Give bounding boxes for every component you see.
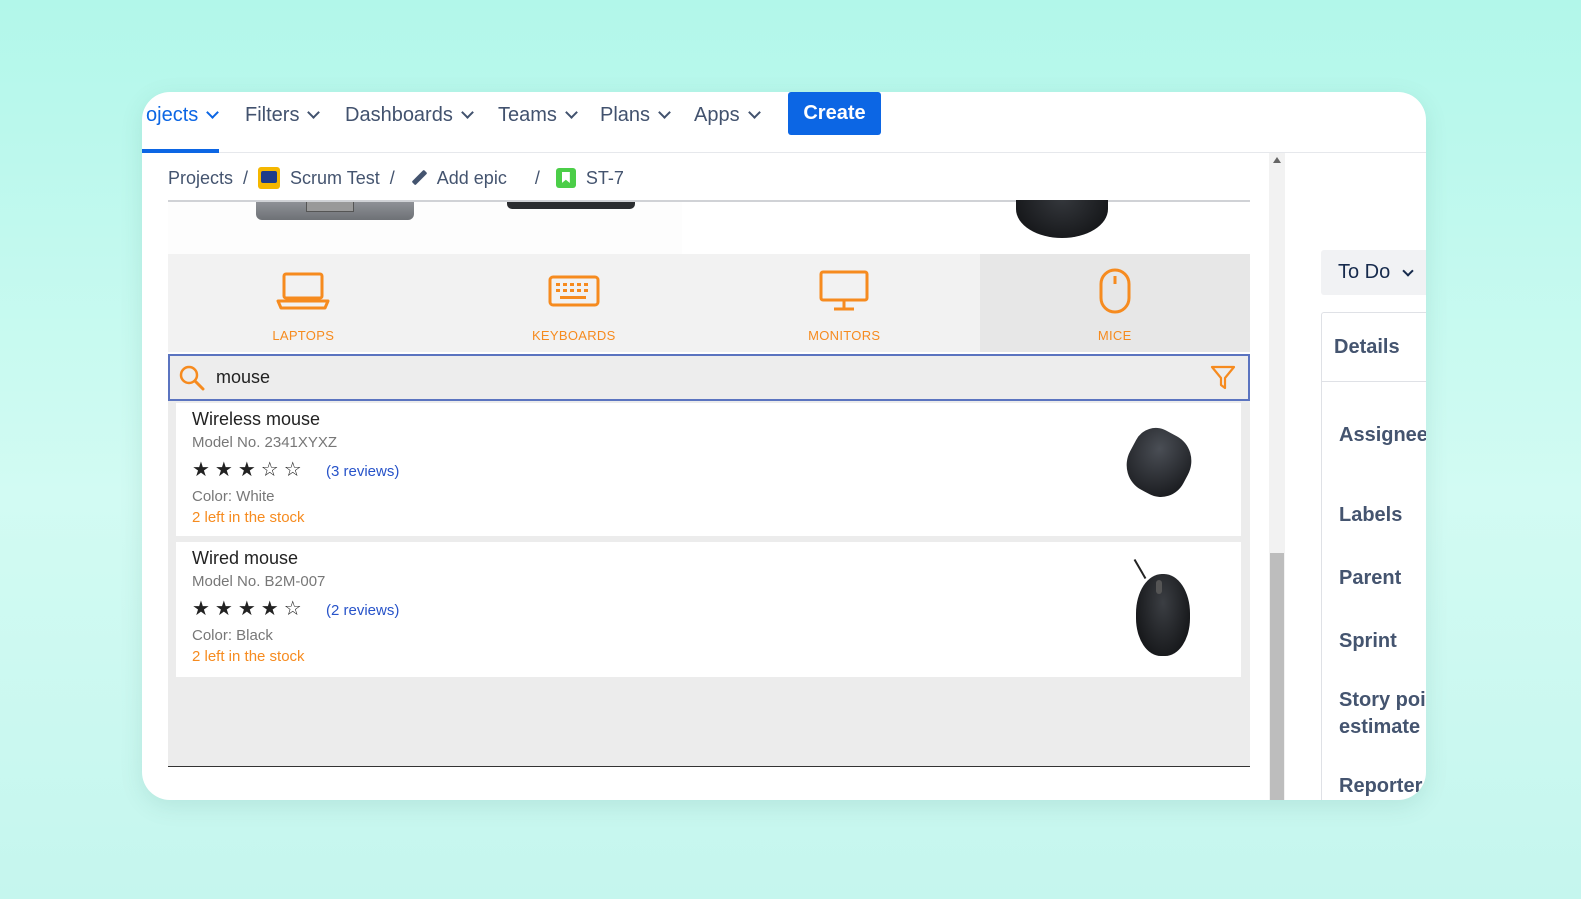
nav-dashboards[interactable]: Dashboards xyxy=(345,102,474,128)
story-icon xyxy=(555,168,576,188)
banner-left-panel xyxy=(168,202,682,255)
stock-status: 2 left in the stock xyxy=(192,509,305,526)
breadcrumb-separator: / xyxy=(534,167,540,188)
pencil-icon xyxy=(411,170,427,186)
field-sprint: Sprint xyxy=(1339,630,1397,652)
nav-teams[interactable]: Teams xyxy=(498,102,578,128)
product-banner xyxy=(168,200,1250,255)
breadcrumb-separator: / xyxy=(243,167,249,188)
create-button[interactable]: Create xyxy=(788,92,881,135)
product-name[interactable]: Wired mouse xyxy=(192,548,298,569)
field-story-points: Story poir xyxy=(1339,689,1426,711)
keyboard-icon xyxy=(548,275,600,307)
breadcrumb: Projects / Scrum Test / Add epic / ST-7 xyxy=(168,166,624,190)
category-monitors-label: MONITORS xyxy=(808,328,881,343)
breadcrumb-project-label: Scrum Test xyxy=(290,167,380,188)
rating-stars: ★★★★☆ xyxy=(192,598,307,620)
reviews-link[interactable]: (3 reviews) xyxy=(326,463,399,480)
category-monitors[interactable]: MONITORS xyxy=(709,254,980,352)
chevron-down-icon xyxy=(747,106,761,119)
details-panel: Assignee Labels Parent Sprint Story poir… xyxy=(1321,382,1426,800)
chevron-down-icon xyxy=(206,106,220,119)
details-title: Details xyxy=(1334,335,1400,358)
chevron-down-icon xyxy=(565,106,578,119)
chevron-down-icon xyxy=(307,106,321,119)
wireless-mouse-image xyxy=(1116,420,1202,506)
category-bar: LAPTOPS KEYBOARDS MONITORS MICE xyxy=(168,254,1250,352)
content-scrollbar[interactable] xyxy=(1269,153,1285,800)
category-keyboards-label: KEYBOARDS xyxy=(531,328,616,343)
nav-filters-label: Filters xyxy=(245,103,300,126)
product-model: Model No. B2M-007 xyxy=(192,573,326,590)
scroll-thumb[interactable] xyxy=(1270,553,1284,800)
nav-apps[interactable]: Apps xyxy=(694,102,761,128)
nav-plans-label: Plans xyxy=(600,103,651,126)
breadcrumb-issue-label: ST-7 xyxy=(585,167,624,188)
filter-icon[interactable] xyxy=(1208,363,1238,393)
monitor-icon xyxy=(819,270,869,311)
nav-dashboards-label: Dashboards xyxy=(345,103,453,126)
category-keyboards[interactable]: KEYBOARDS xyxy=(439,254,710,352)
rating-stars: ★★★☆☆ xyxy=(192,459,307,481)
laptop-icon xyxy=(276,272,330,310)
wired-mouse-image xyxy=(1136,574,1190,656)
add-epic-link[interactable]: Add epic xyxy=(411,168,507,189)
breadcrumb-issue[interactable]: ST-7 xyxy=(555,167,624,189)
app-window: ojects Filters Dashboards Teams Plans Ap… xyxy=(142,92,1426,800)
search-results: Wireless mouse Model No. 2341XYXZ ★★★☆☆ … xyxy=(168,401,1250,767)
breadcrumb-separator: / xyxy=(389,167,395,188)
mouse-cable xyxy=(1133,558,1147,580)
chevron-down-icon xyxy=(460,106,474,119)
stock-status: 2 left in the stock xyxy=(192,648,305,665)
mouse-icon xyxy=(1099,268,1131,314)
mouse-image xyxy=(1016,200,1108,238)
product-search xyxy=(168,354,1250,401)
active-nav-indicator xyxy=(142,149,219,153)
chevron-down-icon xyxy=(658,106,671,119)
scroll-up-icon[interactable] xyxy=(1273,157,1281,163)
product-model: Model No. 2341XYXZ xyxy=(192,434,338,451)
field-parent: Parent xyxy=(1339,567,1402,589)
breadcrumb-project[interactable]: Scrum Test xyxy=(258,167,380,189)
top-navigation: ojects Filters Dashboards Teams Plans Ap… xyxy=(142,92,1426,153)
nav-projects-label: ojects xyxy=(146,103,199,126)
field-assignee: Assignee xyxy=(1339,424,1426,446)
field-reporter: Reporter xyxy=(1339,775,1423,797)
product-color: Color: Black xyxy=(192,627,273,644)
search-icon xyxy=(179,365,205,390)
breadcrumb-projects[interactable]: Projects xyxy=(168,168,233,189)
details-header[interactable]: Details xyxy=(1321,312,1426,382)
chevron-down-icon xyxy=(1402,264,1414,277)
laptop-image xyxy=(256,202,414,220)
product-color: Color: White xyxy=(192,488,275,505)
nav-filters[interactable]: Filters xyxy=(245,102,321,128)
status-dropdown[interactable]: To Do xyxy=(1321,250,1426,295)
nav-projects[interactable]: ojects xyxy=(146,102,220,128)
issue-description-content: LAPTOPS KEYBOARDS MONITORS MICE mouse Wi… xyxy=(168,200,1250,800)
keyboard-image xyxy=(507,202,635,209)
nav-apps-label: Apps xyxy=(694,103,740,126)
product-name[interactable]: Wireless mouse xyxy=(192,409,320,430)
product-card[interactable]: Wireless mouse Model No. 2341XYXZ ★★★☆☆ … xyxy=(176,403,1241,536)
reviews-link[interactable]: (2 reviews) xyxy=(326,602,399,619)
search-input[interactable] xyxy=(210,356,1208,399)
status-label: To Do xyxy=(1338,261,1391,283)
add-epic-label: Add epic xyxy=(436,167,507,188)
category-laptops[interactable]: LAPTOPS xyxy=(168,254,439,352)
category-laptops-label: LAPTOPS xyxy=(272,328,335,343)
field-story-points-estimate: estimate xyxy=(1339,716,1421,738)
field-labels: Labels xyxy=(1339,504,1403,526)
project-avatar-icon xyxy=(258,167,281,189)
category-mice[interactable]: MICE xyxy=(979,254,1250,352)
category-mice-label: MICE xyxy=(1097,328,1132,343)
nav-plans[interactable]: Plans xyxy=(600,102,671,128)
nav-teams-label: Teams xyxy=(498,103,557,126)
product-card[interactable]: Wired mouse Model No. B2M-007 ★★★★☆ (2 r… xyxy=(176,542,1241,677)
